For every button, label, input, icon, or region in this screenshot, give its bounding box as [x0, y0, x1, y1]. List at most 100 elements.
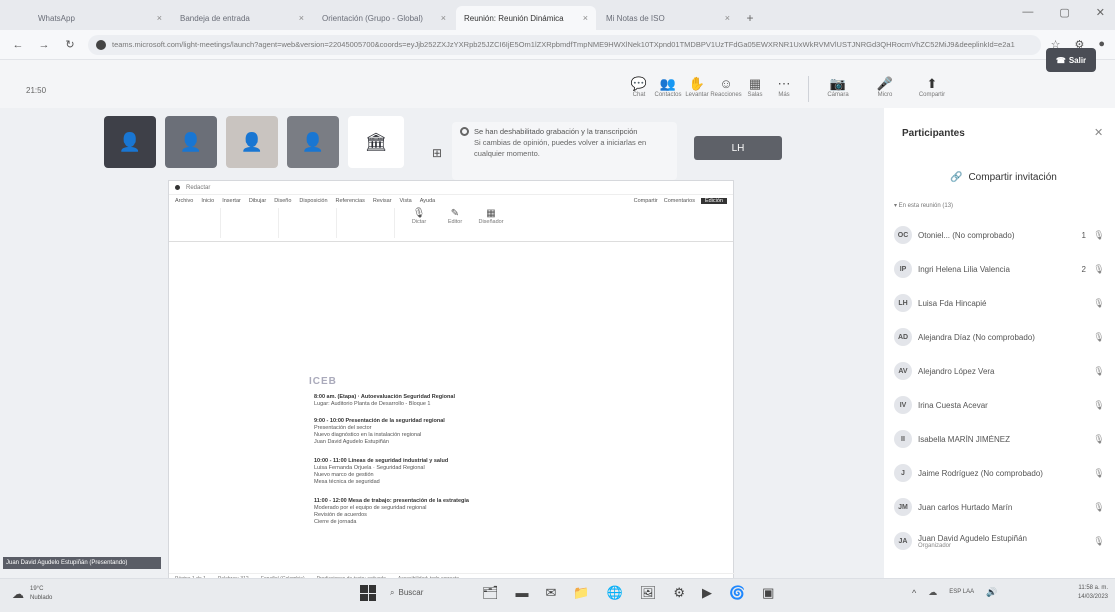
app-icon[interactable]: 🖼 [640, 585, 657, 601]
close-icon[interactable]: × [583, 13, 588, 23]
avatar: AD [894, 328, 912, 346]
tool-label: Salas [747, 92, 763, 98]
browser-tab[interactable]: Mi Notas de ISO × [598, 6, 738, 30]
search-icon: ⌕ [390, 588, 395, 597]
maximize-button[interactable]: ▢ [1059, 6, 1069, 19]
tool-label: Más [778, 92, 790, 98]
new-tab-button[interactable]: + [740, 6, 760, 30]
tab-label: Orientación (Grupo - Global) [322, 13, 423, 23]
video-thumbnail[interactable]: 🏛 [348, 116, 404, 168]
share-button[interactable]: ⬆ Compartir [916, 76, 948, 102]
forward-icon[interactable]: → [36, 39, 52, 51]
participant-row[interactable]: J Jaime Rodríguez (No comprobado) 🎙 [894, 456, 1106, 490]
close-icon[interactable]: × [157, 13, 162, 23]
doc-menu-item: Referencias [335, 197, 365, 204]
back-icon[interactable]: ← [10, 39, 26, 51]
participant-row[interactable]: LH Luisa Fda Hincapié 🎙 [894, 286, 1106, 320]
person-icon: 👤 [179, 131, 203, 152]
taskbar-search[interactable]: ⌕ Buscar [390, 588, 423, 598]
volume-icon[interactable]: 🔊 [986, 587, 997, 598]
clock-date: 14/03/2023 [1077, 594, 1108, 600]
participant-tile-lh[interactable]: LH [694, 136, 782, 160]
participant-row[interactable]: IV Irina Cuesta Acevar 🎙 [894, 388, 1106, 422]
app-icon[interactable]: ▬ [516, 585, 529, 601]
video-thumbnail[interactable]: 👤 [226, 116, 278, 168]
participant-row[interactable]: JM Juan carlos Hurtado Marín 🎙 [894, 490, 1106, 524]
site-info-icon[interactable] [96, 39, 106, 50]
close-icon[interactable]: × [441, 13, 446, 23]
browser-tab-active[interactable]: Reunión: Reunión Dinámica × [456, 6, 596, 30]
raise-hand-button[interactable]: ✋ Levantar [685, 76, 708, 102]
tool-label: Reacciones [710, 92, 742, 98]
app-icon[interactable]: 🌐 [607, 585, 623, 601]
browser-tab[interactable]: WhatsApp × [30, 6, 170, 30]
clock[interactable]: 11:58 a. m. 14/03/2023 [1064, 584, 1108, 602]
tool-label: Compartir [918, 92, 946, 98]
participant-row[interactable]: AV Alejandro López Vera 🎙 [894, 354, 1106, 388]
close-icon[interactable]: × [299, 13, 304, 23]
rooms-button[interactable]: ▦ Salas [744, 76, 766, 102]
avatar: OC [894, 226, 912, 244]
video-thumbnail[interactable]: 👤 [104, 116, 156, 168]
close-icon[interactable]: ✕ [1094, 126, 1103, 139]
participant-row[interactable]: OC Otoniel... (No comprobado) 1 🎙 [894, 218, 1106, 252]
start-button[interactable] [360, 585, 376, 601]
meeting-timer: 21:50 [26, 86, 47, 95]
panel-title: Participantes [902, 128, 965, 139]
invite-label: Compartir invitación [968, 172, 1057, 183]
participant-row[interactable]: II Isabella MARÍN JIMÉNEZ 🎙 [894, 422, 1106, 456]
profile-icon[interactable]: ● [1098, 38, 1105, 51]
system-tray: ^ ☁ ESP LAA 🔊 [912, 587, 997, 598]
language-indicator[interactable]: ESP LAA [949, 589, 974, 596]
reactions-icon: ☺ [719, 76, 733, 91]
mic-off-icon: 🎙 [1093, 229, 1105, 240]
people-icon: 👥 [659, 76, 677, 91]
weather-icon[interactable]: ☁ [12, 587, 24, 601]
leave-label: Salir [1068, 55, 1087, 65]
app-icon[interactable]: ✉ [546, 585, 557, 601]
participant-row[interactable]: IP Ingri Helena Lilia Valencia 2 🎙 [894, 252, 1106, 286]
participant-row[interactable]: AD Alejandra Díaz (No comprobado) 🎙 [894, 320, 1106, 354]
camera-button[interactable]: 📷 Cámara [822, 76, 854, 102]
leave-button[interactable]: ☎ Salir [1046, 48, 1096, 72]
mic-button[interactable]: 🎤 Micro [869, 76, 901, 102]
participant-list: OC Otoniel... (No comprobado) 1 🎙 IP Ingri H… [894, 218, 1106, 558]
in-meeting-section[interactable]: ▾ En esta reunión (13) [894, 202, 953, 209]
weather-widget[interactable]: 19°C Nublado [30, 585, 52, 603]
meeting-header: 21:50 💬 Chat 👥 Contactos ✋ Levantar ☺ Reacci… [0, 60, 1115, 108]
cloud-icon[interactable]: ☁ [928, 587, 937, 598]
participants-panel: Participantes ✕ 🔗 Compartir invitación ▾… [884, 108, 1115, 578]
chat-icon: 💬 [630, 76, 648, 91]
chat-button[interactable]: 💬 Chat [628, 76, 650, 102]
app-icon[interactable]: ⚙ [673, 585, 685, 601]
video-thumbnail[interactable]: 👤 [287, 116, 339, 168]
url-field[interactable]: teams.microsoft.com/light-meetings/launc… [88, 34, 1041, 55]
app-icon[interactable]: ▣ [762, 585, 774, 601]
minimize-button[interactable]: — [1022, 6, 1033, 19]
recording-notice: Se han deshabilitado grabación y la tran… [452, 122, 677, 180]
app-icon[interactable]: ▶ [702, 585, 712, 601]
browser-tab[interactable]: Orientación (Grupo - Global) × [314, 6, 454, 30]
participant-row[interactable]: JA Juan David Agudelo Estupiñán Organizado… [894, 524, 1106, 558]
app-icon[interactable]: 🗂 [482, 585, 499, 601]
tray-expand-icon[interactable]: ^ [912, 588, 916, 598]
participant-name-text: Juan David Agudelo Estupiñán [918, 533, 1027, 543]
reload-icon[interactable]: ↻ [62, 38, 78, 51]
video-thumbnail[interactable]: 👤 [165, 116, 217, 168]
close-icon[interactable]: × [725, 13, 730, 23]
doc-section-title: 9:00 - 10:00 Presentación de la segurida… [314, 418, 445, 424]
browser-tab[interactable]: Bandeja de entrada × [172, 6, 312, 30]
close-window-button[interactable]: ✕ [1096, 6, 1105, 19]
people-button[interactable]: 👥 Contactos [655, 76, 682, 102]
clock-time: 11:58 a. m. [1078, 585, 1108, 591]
toolbar-divider [808, 76, 809, 102]
avatar: J [894, 464, 912, 482]
avatar: JA [894, 532, 912, 550]
app-icon[interactable]: 🌀 [729, 585, 745, 601]
more-button[interactable]: ⋯ Más [773, 76, 795, 102]
app-icon[interactable]: 📁 [573, 585, 589, 601]
ribbon-label: Diseñador [478, 219, 504, 225]
share-invite-button[interactable]: 🔗 Compartir invitación [950, 172, 1057, 183]
doc-section: 11:00 - 12:00 Mesa de trabajo: presentac… [314, 498, 554, 526]
reactions-button[interactable]: ☺ Reacciones [710, 76, 741, 102]
